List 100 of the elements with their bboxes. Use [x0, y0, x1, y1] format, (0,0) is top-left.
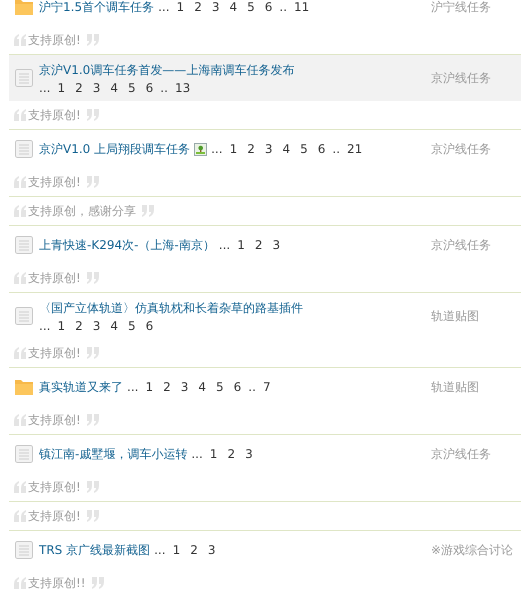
page-link[interactable]: 21 [347, 142, 362, 156]
open-quote-icon [13, 109, 27, 121]
thread-title-link[interactable]: 京沪V1.0 上局翔段调车任务 [39, 140, 190, 158]
page-link[interactable]: 5 [128, 318, 136, 332]
page-link[interactable]: 4 [110, 318, 118, 332]
ellipsis-text: ... [218, 238, 230, 252]
thread-title-link[interactable]: 沪宁1.5首个调车任务 [39, 0, 154, 16]
category-label: ※游戏综合讨论 [431, 542, 514, 556]
page-link[interactable]: 4 [198, 380, 206, 394]
page-link[interactable]: 2 [75, 318, 83, 332]
page-link[interactable]: 3 [92, 318, 100, 332]
page-link[interactable]: 1 [237, 238, 245, 252]
ellipsis-text: ... [211, 142, 223, 156]
open-quote-icon [13, 577, 27, 589]
page-link[interactable]: 6 [146, 318, 154, 332]
quote-text: 支持原创! [28, 412, 81, 428]
document-icon [14, 540, 34, 560]
page-link[interactable]: 1 [57, 318, 66, 332]
document-icon [14, 235, 34, 255]
close-quote-icon [86, 510, 100, 522]
open-quote-icon [13, 414, 27, 426]
page-link[interactable]: 7 [262, 380, 271, 394]
page-link[interactable]: 5 [216, 380, 224, 394]
page-link[interactable]: 4 [282, 142, 290, 156]
open-quote-icon [13, 347, 27, 359]
category-label: 京沪线任务 [431, 446, 491, 460]
page-link[interactable]: 3 [212, 0, 220, 14]
page-link[interactable]: 4 [229, 0, 238, 14]
quote-text: 支持原创! [28, 344, 81, 362]
page-link[interactable]: 2 [194, 0, 202, 14]
page-link[interactable]: 1 [210, 447, 218, 461]
close-quote-icon [86, 272, 100, 284]
open-quote-icon [13, 205, 27, 217]
image-icon [194, 142, 208, 156]
folder-icon [14, 377, 34, 397]
category-label: 京沪线任务 [431, 238, 491, 252]
page-link[interactable]: 1 [230, 142, 238, 156]
page-link[interactable]: 2 [227, 447, 236, 461]
page-link[interactable]: 1 [176, 0, 184, 14]
quote-text: 支持原创! [28, 32, 81, 48]
category-label: 沪宁线任务 [431, 0, 491, 14]
open-quote-icon [13, 510, 27, 522]
page-link[interactable]: 2 [254, 238, 262, 252]
quote-text: 支持原创! [28, 174, 81, 190]
folder-icon [14, 0, 34, 17]
page-link[interactable]: 13 [174, 80, 190, 94]
page-link[interactable]: 3 [245, 447, 253, 461]
close-quote-icon [86, 109, 100, 121]
page-link[interactable]: 3 [208, 543, 216, 557]
ellipsis-text: .. [160, 80, 168, 94]
ellipsis-text: ... [158, 0, 170, 14]
open-quote-icon [13, 272, 27, 284]
page-link[interactable]: 6 [146, 80, 154, 94]
close-quote-icon [86, 414, 100, 426]
open-quote-icon [13, 34, 27, 46]
page-link[interactable]: 3 [180, 380, 188, 394]
page-link[interactable]: 6 [264, 0, 272, 14]
quote-text: 支持原创!! [28, 574, 86, 591]
page-link[interactable]: 5 [128, 80, 136, 94]
close-quote-icon [141, 205, 155, 217]
thread-title-link[interactable]: TRS 京广线最新截图 [39, 542, 150, 558]
category-label: 京沪线任务 [431, 70, 491, 84]
quote-text: 支持原创! [28, 270, 81, 286]
ellipsis-text: .. [332, 142, 340, 156]
category-label: 轨道贴图 [431, 308, 479, 322]
page-link[interactable]: 1 [57, 80, 66, 94]
page-link[interactable]: 2 [75, 80, 83, 94]
quote-text: 支持原创! [28, 508, 81, 524]
page-link[interactable]: 3 [92, 80, 100, 94]
page-link[interactable]: 4 [110, 80, 118, 94]
thread-title-link[interactable]: 真实轨道又来了 [39, 378, 123, 396]
ellipsis-text: ... [191, 447, 203, 461]
ellipsis-text: ... [39, 80, 50, 94]
page-link[interactable]: 11 [294, 0, 310, 14]
ellipsis-text: .. [279, 0, 288, 14]
quote-text: 支持原创，感谢分享 [28, 202, 136, 220]
document-icon [14, 306, 34, 326]
document-icon [14, 68, 34, 88]
page-link[interactable]: 2 [190, 543, 198, 557]
ellipsis-text: ... [39, 318, 50, 332]
thread-title-link[interactable]: 上青快速-K294次-（上海-南京） [39, 236, 215, 254]
page-link[interactable]: 3 [264, 142, 272, 156]
document-icon [14, 444, 34, 464]
page-link[interactable]: 6 [234, 380, 242, 394]
page-link[interactable]: 5 [300, 142, 308, 156]
category-label: 京沪线任务 [431, 142, 491, 156]
page-link[interactable]: 3 [272, 238, 280, 252]
page-link[interactable]: 2 [163, 380, 171, 394]
page-link[interactable]: 1 [145, 380, 154, 394]
category-label: 轨道贴图 [431, 380, 479, 394]
close-quote-icon [86, 347, 100, 359]
open-quote-icon [13, 176, 27, 188]
thread-title-link[interactable]: 镇江南-戚墅堰，调车小运转 [39, 446, 188, 462]
page-link[interactable]: 2 [247, 142, 255, 156]
thread-title-link[interactable]: 〈国产立体轨道〉仿真轨枕和长着杂草的路基插件 [39, 300, 431, 316]
page-link[interactable]: 6 [318, 142, 326, 156]
page-link[interactable]: 5 [247, 0, 255, 14]
document-icon [14, 139, 34, 159]
page-link[interactable]: 1 [172, 543, 180, 557]
thread-title-link[interactable]: 京沪V1.0调车任务首发——上海南调车任务发布 [39, 62, 431, 78]
